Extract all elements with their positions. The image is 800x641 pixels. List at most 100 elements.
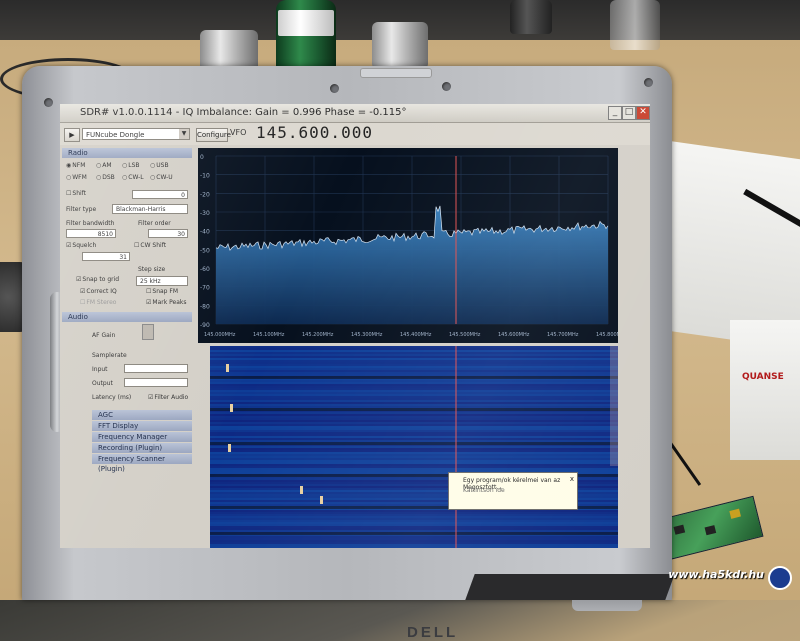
waterfall-row bbox=[210, 426, 618, 428]
frequency-scanner-group-header[interactable]: Frequency Scanner (Plugin) bbox=[92, 454, 192, 473]
y-tick-label: 0 bbox=[200, 154, 204, 161]
laptop-screen: SDR# v1.0.0.1114 - IQ Imbalance: Gain = … bbox=[60, 104, 650, 548]
fm-stereo-checkbox[interactable]: FM Stereo bbox=[80, 299, 116, 306]
waterfall-row bbox=[210, 456, 618, 458]
mode-cwl[interactable]: CW-L bbox=[122, 174, 143, 181]
zoom-contrast-sliders[interactable] bbox=[620, 148, 650, 548]
snap-to-grid-checkbox[interactable]: Snap to grid bbox=[76, 276, 119, 283]
laptop-brand-logo: DELL bbox=[407, 624, 459, 641]
filter-bandwidth-input[interactable]: 8510 bbox=[66, 229, 116, 238]
waterfall-row bbox=[210, 356, 618, 358]
waterfall-row bbox=[210, 520, 618, 522]
waterfall-row bbox=[210, 366, 618, 368]
waterfall-row bbox=[210, 516, 618, 518]
cw-shift-checkbox[interactable]: CW Shift bbox=[134, 242, 166, 249]
step-size-select[interactable]: 25 kHz bbox=[136, 276, 188, 286]
radio-group-header[interactable]: Radio bbox=[62, 148, 192, 158]
lid-latch bbox=[360, 68, 432, 78]
waterfall-dark-band bbox=[210, 376, 618, 379]
recording-group-header[interactable]: Recording (Plugin) bbox=[92, 443, 192, 453]
correct-iq-checkbox[interactable]: Correct IQ bbox=[80, 288, 116, 295]
waterfall-plot bbox=[210, 346, 618, 548]
y-tick-label: -90 bbox=[200, 322, 210, 329]
mode-nfm[interactable]: NFM bbox=[66, 162, 85, 169]
waterfall-row bbox=[210, 372, 618, 374]
audio-group-header[interactable]: Audio bbox=[62, 312, 192, 322]
waterfall-dark-band bbox=[210, 532, 618, 535]
filter-order-input[interactable]: 30 bbox=[148, 229, 188, 238]
mode-wfm[interactable]: WFM bbox=[66, 174, 87, 181]
waterfall-row bbox=[210, 460, 618, 462]
filter-audio-checkbox[interactable]: Filter Audio bbox=[148, 394, 188, 401]
waterfall-row bbox=[210, 424, 618, 426]
waterfall-row bbox=[210, 354, 618, 356]
output-select[interactable] bbox=[124, 378, 188, 387]
waterfall-row bbox=[210, 392, 618, 394]
waterfall-row bbox=[210, 370, 618, 372]
input-select[interactable] bbox=[124, 364, 188, 373]
y-tick-label: -50 bbox=[200, 247, 210, 254]
waterfall-row bbox=[210, 352, 618, 354]
beer-can-right bbox=[372, 22, 428, 68]
waterfall-row bbox=[210, 518, 618, 520]
waterfall-row bbox=[210, 420, 618, 422]
waterfall-row bbox=[210, 438, 618, 440]
waterfall-row bbox=[210, 364, 618, 366]
mark-peaks-checkbox[interactable]: Mark Peaks bbox=[146, 299, 186, 306]
maximize-button[interactable]: □ bbox=[622, 106, 636, 120]
waterfall-dark-band bbox=[210, 442, 618, 445]
filter-type-select[interactable]: Blackman-Harris bbox=[112, 204, 188, 214]
mode-usb[interactable]: USB bbox=[150, 162, 168, 169]
watermark-text: www.ha5kdr.hu bbox=[668, 568, 764, 581]
filter-order-label: Filter order bbox=[138, 220, 171, 227]
waterfall-display[interactable] bbox=[210, 346, 618, 548]
fft-display-group-header[interactable]: FFT Display bbox=[92, 421, 192, 431]
waterfall-row bbox=[210, 512, 618, 514]
waterfall-row bbox=[210, 526, 618, 528]
configure-button[interactable]: Configure bbox=[196, 128, 231, 142]
mode-am[interactable]: AM bbox=[96, 162, 111, 169]
frequency-manager-group-header[interactable]: Frequency Manager (Plugin) bbox=[92, 432, 192, 451]
waterfall-row bbox=[210, 362, 618, 364]
play-button[interactable]: ▶ bbox=[64, 128, 80, 142]
y-tick-label: -60 bbox=[200, 266, 210, 273]
waterfall-row bbox=[210, 380, 618, 382]
y-tick-label: -30 bbox=[200, 210, 210, 217]
snap-fm-checkbox[interactable]: Snap FM bbox=[146, 288, 178, 295]
keyboard bbox=[465, 574, 675, 600]
waterfall-row bbox=[210, 428, 618, 430]
frequency-display[interactable]: 145.600.000 bbox=[256, 123, 373, 142]
mode-lsb[interactable]: LSB bbox=[122, 162, 139, 169]
mode-cwu[interactable]: CW-U bbox=[150, 174, 172, 181]
x-tick-label: 145.700MHz bbox=[547, 332, 579, 338]
mode-dsb[interactable]: DSB bbox=[96, 174, 115, 181]
agc-group-header[interactable]: AGC bbox=[92, 410, 192, 420]
squelch-checkbox[interactable]: Squelch bbox=[66, 242, 96, 249]
waterfall-row bbox=[210, 440, 618, 442]
waterfall-row bbox=[210, 436, 618, 438]
squelch-input[interactable]: 31 bbox=[82, 252, 130, 261]
spectrum-analyzer[interactable]: 0 -10 -20 -30 -40 -50 -60 -70 -80 -90 145.000MHz 14… bbox=[198, 148, 628, 343]
notification-close-icon[interactable]: x bbox=[570, 475, 574, 483]
waterfall-row bbox=[210, 400, 618, 402]
waterfall-row bbox=[210, 528, 618, 530]
notification-sub: Kattintson ide bbox=[463, 487, 505, 494]
step-size-value: 25 kHz bbox=[140, 278, 161, 285]
af-gain-slider[interactable] bbox=[142, 324, 154, 340]
minimize-button[interactable]: _ bbox=[608, 106, 622, 120]
window-title: SDR# v1.0.0.1114 - IQ Imbalance: Gain = … bbox=[80, 107, 407, 118]
notification-balloon[interactable]: Egy program/ok kérelmei van az Megosztot… bbox=[448, 472, 578, 510]
waterfall-row bbox=[210, 390, 618, 392]
signal-blip bbox=[226, 364, 229, 372]
waterfall-row bbox=[210, 522, 618, 524]
shift-input[interactable]: 0 bbox=[132, 190, 188, 199]
waterfall-row bbox=[210, 530, 618, 532]
source-select[interactable]: FUNcube Dongle ▼ bbox=[82, 128, 190, 140]
close-button[interactable]: ✕ bbox=[636, 106, 650, 120]
waterfall-row bbox=[210, 462, 618, 464]
waterfall-row bbox=[210, 458, 618, 460]
glass bbox=[610, 0, 660, 50]
screw bbox=[330, 84, 339, 93]
shift-checkbox[interactable]: Shift bbox=[66, 190, 86, 197]
signal-blip bbox=[230, 404, 233, 412]
